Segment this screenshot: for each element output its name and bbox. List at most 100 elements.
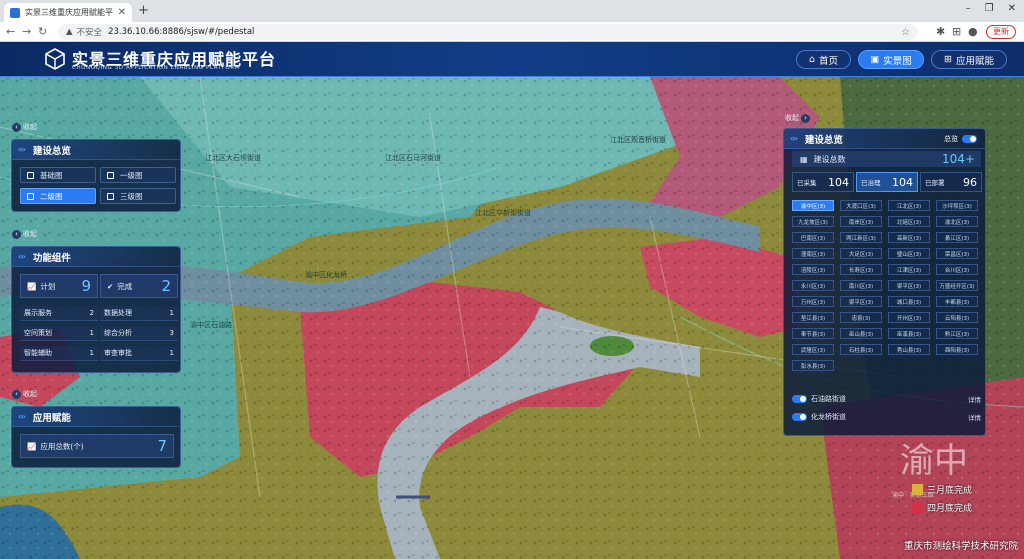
district-button[interactable]: 大足区(3) xyxy=(840,248,882,259)
function-row[interactable]: 数据处理 1 xyxy=(100,306,178,321)
district-button[interactable]: 荣昌区(3) xyxy=(936,248,978,259)
district-button[interactable]: 两江新区(3) xyxy=(840,232,882,243)
function-row[interactable]: 空间策划 1 xyxy=(20,326,98,341)
district-button[interactable]: 奉节县(3) xyxy=(792,328,834,339)
district-button[interactable]: 酉阳县(3) xyxy=(936,344,978,355)
district-button[interactable]: 万盛经开区(3) xyxy=(936,280,978,291)
district-button[interactable]: 合川区(3) xyxy=(936,264,978,275)
bookmark-star-icon[interactable]: ☆ xyxy=(901,27,910,38)
view-level3-button[interactable]: 三级图 xyxy=(100,188,176,204)
map-layer-icon xyxy=(107,171,114,179)
district-button[interactable]: 石柱县(3) xyxy=(840,344,882,355)
update-button[interactable]: 更新 xyxy=(986,25,1016,39)
view-level2-button[interactable]: 二级图 xyxy=(20,188,96,204)
close-window-icon[interactable]: ✕ xyxy=(1008,3,1016,14)
function-row[interactable]: 智能辅助 1 xyxy=(20,346,98,361)
collapse-left-button-2[interactable]: ‹ 收起 xyxy=(12,229,37,239)
function-components-panel: ‹›› 功能组件 📈 计划 9 ✔ 完成 2 展示服务 2 数据处理 1 空间策划 1… xyxy=(11,246,181,373)
district-button[interactable]: 丰都县(3) xyxy=(936,296,978,307)
district-button[interactable]: 彭水县(3) xyxy=(792,360,834,371)
close-tab-icon[interactable]: ✕ xyxy=(118,7,126,18)
reload-icon[interactable]: ↻ xyxy=(38,25,47,38)
url-input[interactable]: ▲ 不安全 23.36.10.66:8886/sjsw/#/pedestal ☆ xyxy=(58,24,918,40)
minimize-icon[interactable]: – xyxy=(966,3,971,14)
district-button[interactable]: 长寿区(3) xyxy=(840,264,882,275)
district-button[interactable]: 忠县(3) xyxy=(840,312,882,323)
street-toggle-row[interactable]: 石油路街道 详情 xyxy=(792,392,981,406)
function-row[interactable]: 审查审批 1 xyxy=(100,346,178,361)
district-button[interactable]: 渝中区(3) xyxy=(792,200,834,211)
district-button[interactable]: 云阳县(3) xyxy=(936,312,978,323)
puzzle-icon[interactable]: ⊞ xyxy=(952,25,961,38)
district-button[interactable]: 永川区(3) xyxy=(792,280,834,291)
district-button[interactable]: 璧山区(3) xyxy=(888,248,930,259)
address-bar: ← → ↻ ▲ 不安全 23.36.10.66:8886/sjsw/#/pede… xyxy=(0,22,1024,42)
district-button[interactable]: 垫江县(3) xyxy=(792,312,834,323)
collapse-left-button[interactable]: ‹ 收起 xyxy=(12,122,37,132)
detail-link[interactable]: 详情 xyxy=(968,394,981,404)
view-level1-button[interactable]: 一级图 xyxy=(100,167,176,183)
governed-stat: 已治理 104 xyxy=(856,172,918,192)
function-row[interactable]: 展示服务 2 xyxy=(20,306,98,321)
district-overview-panel: ‹›› 建设总览 总览 ▦ 建设总数 104+ 已采集 104 已治理 104 已部… xyxy=(783,128,986,436)
toggle-switch[interactable] xyxy=(792,395,807,403)
district-button[interactable]: 南川区(3) xyxy=(840,280,882,291)
security-label: 不安全 xyxy=(76,28,103,38)
arrow-icon: ‹›› xyxy=(18,252,26,261)
nav-home-button[interactable]: ⌂ 首页 xyxy=(796,50,851,69)
district-button[interactable]: 万州区(3) xyxy=(792,296,834,307)
grid-icon: ⊞ xyxy=(944,54,952,65)
profile-icon[interactable]: ● xyxy=(968,25,978,38)
legend-swatch xyxy=(912,484,923,495)
nav-app-enable-button[interactable]: ⊞ 应用赋能 xyxy=(931,50,1007,69)
detail-link[interactable]: 详情 xyxy=(968,412,981,422)
district-button[interactable]: 渝北区(3) xyxy=(936,216,978,227)
back-icon[interactable]: ← xyxy=(6,25,15,38)
forward-icon[interactable]: → xyxy=(22,25,31,38)
overview-toggle[interactable] xyxy=(962,134,977,143)
district-button[interactable]: 江北区(3) xyxy=(888,200,930,211)
district-button[interactable]: 武隆区(3) xyxy=(792,344,834,355)
district-button[interactable]: 涪陵区(3) xyxy=(792,264,834,275)
district-button[interactable]: 开州区(3) xyxy=(888,312,930,323)
district-button[interactable]: 巫山县(3) xyxy=(840,328,882,339)
district-button[interactable]: 沙坪坝区(3) xyxy=(936,200,978,211)
collapse-left-button-3[interactable]: ‹ 收起 xyxy=(12,389,37,399)
new-tab-icon[interactable]: + xyxy=(138,3,149,18)
district-button[interactable]: 南岸区(3) xyxy=(840,216,882,227)
district-button[interactable]: 梁平区(3) xyxy=(888,280,930,291)
window-controls: – ❐ ✕ xyxy=(966,3,1016,14)
browser-tab-bar: 实景三维重庆应用赋能平台 ✕ + – ❐ ✕ xyxy=(0,0,1024,22)
district-button[interactable]: 九龙坡区(3) xyxy=(792,216,834,227)
view-basic-button[interactable]: 基础图 xyxy=(20,167,96,183)
chevron-left-icon: ‹ xyxy=(12,122,21,132)
maximize-icon[interactable]: ❐ xyxy=(985,3,994,14)
district-button[interactable]: 高新区(3) xyxy=(888,232,930,243)
institute-watermark: 重庆市测绘科学技术研究院 xyxy=(903,541,1018,552)
district-button[interactable]: 潼南区(3) xyxy=(792,248,834,259)
district-button[interactable]: 黔江区(3) xyxy=(936,328,978,339)
street-toggle-row[interactable]: 化龙桥街道 详情 xyxy=(792,410,981,424)
district-button[interactable]: 北碚区(3) xyxy=(888,216,930,227)
deployed-stat: 已部署 96 xyxy=(920,172,982,192)
browser-tab[interactable]: 实景三维重庆应用赋能平台 ✕ xyxy=(4,3,132,22)
favicon-icon xyxy=(10,7,20,18)
district-button[interactable]: 城口县(3) xyxy=(888,296,930,307)
map-label: 渝中区石油路 xyxy=(190,320,232,329)
function-row[interactable]: 综合分析 3 xyxy=(100,326,178,341)
district-button[interactable]: 梁平区(3) xyxy=(840,296,882,307)
map-label: 江北区大石坝街道 xyxy=(205,153,261,162)
warning-icon: ▲ xyxy=(66,27,73,37)
district-button[interactable]: 秀山县(3) xyxy=(888,344,930,355)
extensions-icon[interactable]: ✱ xyxy=(936,25,945,38)
district-button[interactable]: 大渡口区(3) xyxy=(840,200,882,211)
district-button[interactable]: 巴南区(3) xyxy=(792,232,834,243)
district-button[interactable]: 江津区(3) xyxy=(888,264,930,275)
toggle-switch[interactable] xyxy=(792,413,807,421)
collapse-right-button[interactable]: 收起 › xyxy=(785,113,810,123)
panel-title: ‹›› 建设总览 总览 xyxy=(784,129,985,149)
district-button[interactable]: 綦江区(3) xyxy=(936,232,978,243)
district-button[interactable]: 巫溪县(3) xyxy=(888,328,930,339)
nav-realscene-button[interactable]: ▣ 实景图 xyxy=(858,50,924,69)
arrow-icon: ‹›› xyxy=(790,134,798,143)
